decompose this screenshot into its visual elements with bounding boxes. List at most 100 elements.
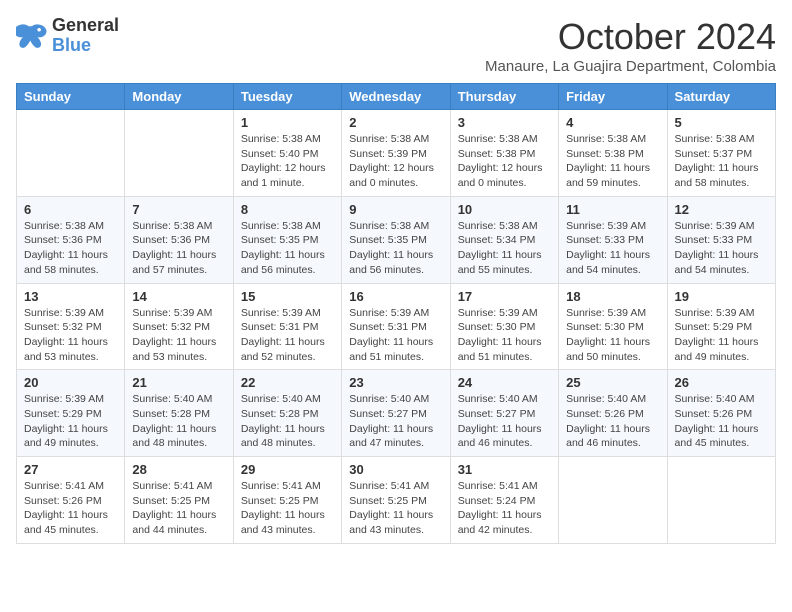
day-info: Sunrise: 5:40 AM Sunset: 5:28 PM Dayligh… (132, 392, 225, 451)
calendar-cell (125, 110, 233, 197)
day-number: 30 (349, 462, 442, 477)
calendar-cell: 21Sunrise: 5:40 AM Sunset: 5:28 PM Dayli… (125, 370, 233, 457)
calendar-cell (559, 457, 667, 544)
day-info: Sunrise: 5:39 AM Sunset: 5:31 PM Dayligh… (349, 306, 442, 365)
day-info: Sunrise: 5:39 AM Sunset: 5:29 PM Dayligh… (24, 392, 117, 451)
day-number: 11 (566, 202, 659, 217)
day-info: Sunrise: 5:38 AM Sunset: 5:37 PM Dayligh… (675, 132, 768, 191)
weekday-header-cell: Monday (125, 84, 233, 110)
weekday-header-cell: Saturday (667, 84, 775, 110)
calendar-cell: 4Sunrise: 5:38 AM Sunset: 5:38 PM Daylig… (559, 110, 667, 197)
calendar-cell: 17 Sunrise: 5:39 AM Sunset: 5:30 PM Dayli… (450, 283, 558, 370)
calendar-cell: 24 Sunrise: 5:40 AM Sunset: 5:27 PM Dayli… (450, 370, 558, 457)
day-info: Sunrise: 5:39 AM Sunset: 5:31 PM Dayligh… (241, 306, 334, 365)
day-number: 7 (132, 202, 225, 217)
day-info: Sunrise: 5:40 AM Sunset: 5:26 PM Dayligh… (675, 392, 768, 451)
calendar-cell: 29 Sunrise: 5:41 AM Sunset: 5:25 PM Dayli… (233, 457, 341, 544)
calendar-week-row: 13Sunrise: 5:39 AM Sunset: 5:32 PM Dayli… (17, 283, 776, 370)
day-info: Sunrise: 5:41 AM Sunset: 5:24 PM Dayligh… (458, 479, 551, 538)
logo: General Blue (16, 16, 119, 56)
calendar-cell: 2 Sunrise: 5:38 AM Sunset: 5:39 PM Daylig… (342, 110, 450, 197)
day-number: 28 (132, 462, 225, 477)
calendar-cell: 18Sunrise: 5:39 AM Sunset: 5:30 PM Dayli… (559, 283, 667, 370)
day-number: 9 (349, 202, 442, 217)
day-number: 19 (675, 289, 768, 304)
day-info: Sunrise: 5:38 AM Sunset: 5:35 PM Dayligh… (241, 219, 334, 278)
page-header: General Blue October 2024 Manaure, La Gu… (16, 16, 776, 75)
calendar-cell: 20Sunrise: 5:39 AM Sunset: 5:29 PM Dayli… (17, 370, 125, 457)
calendar-cell: 19Sunrise: 5:39 AM Sunset: 5:29 PM Dayli… (667, 283, 775, 370)
day-info: Sunrise: 5:39 AM Sunset: 5:33 PM Dayligh… (675, 219, 768, 278)
day-number: 23 (349, 375, 442, 390)
day-info: Sunrise: 5:38 AM Sunset: 5:36 PM Dayligh… (24, 219, 117, 278)
calendar-cell: 7Sunrise: 5:38 AM Sunset: 5:36 PM Daylig… (125, 196, 233, 283)
calendar-body: 1 Sunrise: 5:38 AM Sunset: 5:40 PM Daylig… (17, 110, 776, 544)
day-info: Sunrise: 5:40 AM Sunset: 5:26 PM Dayligh… (566, 392, 659, 451)
calendar-cell (667, 457, 775, 544)
day-number: 10 (458, 202, 551, 217)
day-number: 5 (675, 115, 768, 130)
day-info: Sunrise: 5:38 AM Sunset: 5:38 PM Dayligh… (458, 132, 551, 191)
day-info: Sunrise: 5:41 AM Sunset: 5:26 PM Dayligh… (24, 479, 117, 538)
day-info: Sunrise: 5:40 AM Sunset: 5:27 PM Dayligh… (349, 392, 442, 451)
weekday-header-cell: Wednesday (342, 84, 450, 110)
calendar-cell: 13Sunrise: 5:39 AM Sunset: 5:32 PM Dayli… (17, 283, 125, 370)
calendar-cell: 16 Sunrise: 5:39 AM Sunset: 5:31 PM Dayli… (342, 283, 450, 370)
calendar-cell: 27 Sunrise: 5:41 AM Sunset: 5:26 PM Dayli… (17, 457, 125, 544)
calendar-week-row: 6 Sunrise: 5:38 AM Sunset: 5:36 PM Daylig… (17, 196, 776, 283)
calendar-cell: 22Sunrise: 5:40 AM Sunset: 5:28 PM Dayli… (233, 370, 341, 457)
weekday-header-row: SundayMondayTuesdayWednesdayThursdayFrid… (17, 84, 776, 110)
day-number: 24 (458, 375, 551, 390)
day-info: Sunrise: 5:41 AM Sunset: 5:25 PM Dayligh… (241, 479, 334, 538)
calendar-cell: 6 Sunrise: 5:38 AM Sunset: 5:36 PM Daylig… (17, 196, 125, 283)
calendar-cell: 5 Sunrise: 5:38 AM Sunset: 5:37 PM Daylig… (667, 110, 775, 197)
calendar-cell: 10 Sunrise: 5:38 AM Sunset: 5:34 PM Dayli… (450, 196, 558, 283)
day-number: 26 (675, 375, 768, 390)
day-number: 27 (24, 462, 117, 477)
day-number: 25 (566, 375, 659, 390)
day-info: Sunrise: 5:39 AM Sunset: 5:30 PM Dayligh… (458, 306, 551, 365)
day-number: 17 (458, 289, 551, 304)
day-number: 31 (458, 462, 551, 477)
weekday-header-cell: Friday (559, 84, 667, 110)
calendar-cell: 12 Sunrise: 5:39 AM Sunset: 5:33 PM Dayli… (667, 196, 775, 283)
weekday-header-cell: Tuesday (233, 84, 341, 110)
weekday-header-cell: Thursday (450, 84, 558, 110)
logo-icon (16, 22, 48, 50)
day-number: 12 (675, 202, 768, 217)
day-info: Sunrise: 5:41 AM Sunset: 5:25 PM Dayligh… (349, 479, 442, 538)
location-title: Manaure, La Guajira Department, Colombia (485, 58, 776, 75)
logo-line2: Blue (52, 36, 119, 56)
calendar-cell: 11Sunrise: 5:39 AM Sunset: 5:33 PM Dayli… (559, 196, 667, 283)
day-info: Sunrise: 5:38 AM Sunset: 5:38 PM Dayligh… (566, 132, 659, 191)
day-number: 2 (349, 115, 442, 130)
day-info: Sunrise: 5:38 AM Sunset: 5:34 PM Dayligh… (458, 219, 551, 278)
day-number: 1 (241, 115, 334, 130)
calendar-week-row: 1 Sunrise: 5:38 AM Sunset: 5:40 PM Daylig… (17, 110, 776, 197)
calendar-cell: 23 Sunrise: 5:40 AM Sunset: 5:27 PM Dayli… (342, 370, 450, 457)
day-number: 16 (349, 289, 442, 304)
day-info: Sunrise: 5:41 AM Sunset: 5:25 PM Dayligh… (132, 479, 225, 538)
calendar-cell: 30 Sunrise: 5:41 AM Sunset: 5:25 PM Dayli… (342, 457, 450, 544)
calendar-cell: 15Sunrise: 5:39 AM Sunset: 5:31 PM Dayli… (233, 283, 341, 370)
day-info: Sunrise: 5:40 AM Sunset: 5:27 PM Dayligh… (458, 392, 551, 451)
day-number: 13 (24, 289, 117, 304)
day-info: Sunrise: 5:38 AM Sunset: 5:40 PM Dayligh… (241, 132, 334, 191)
calendar-week-row: 27 Sunrise: 5:41 AM Sunset: 5:26 PM Dayli… (17, 457, 776, 544)
calendar-week-row: 20Sunrise: 5:39 AM Sunset: 5:29 PM Dayli… (17, 370, 776, 457)
day-number: 6 (24, 202, 117, 217)
calendar-cell: 9Sunrise: 5:38 AM Sunset: 5:35 PM Daylig… (342, 196, 450, 283)
month-title: October 2024 (485, 16, 776, 58)
day-info: Sunrise: 5:38 AM Sunset: 5:39 PM Dayligh… (349, 132, 442, 191)
day-number: 8 (241, 202, 334, 217)
calendar-table: SundayMondayTuesdayWednesdayThursdayFrid… (16, 83, 776, 544)
calendar-cell: 1 Sunrise: 5:38 AM Sunset: 5:40 PM Daylig… (233, 110, 341, 197)
day-number: 29 (241, 462, 334, 477)
weekday-header-cell: Sunday (17, 84, 125, 110)
calendar-cell: 31 Sunrise: 5:41 AM Sunset: 5:24 PM Dayli… (450, 457, 558, 544)
day-number: 14 (132, 289, 225, 304)
day-info: Sunrise: 5:40 AM Sunset: 5:28 PM Dayligh… (241, 392, 334, 451)
day-number: 3 (458, 115, 551, 130)
calendar-cell: 3 Sunrise: 5:38 AM Sunset: 5:38 PM Daylig… (450, 110, 558, 197)
calendar-cell: 26 Sunrise: 5:40 AM Sunset: 5:26 PM Dayli… (667, 370, 775, 457)
